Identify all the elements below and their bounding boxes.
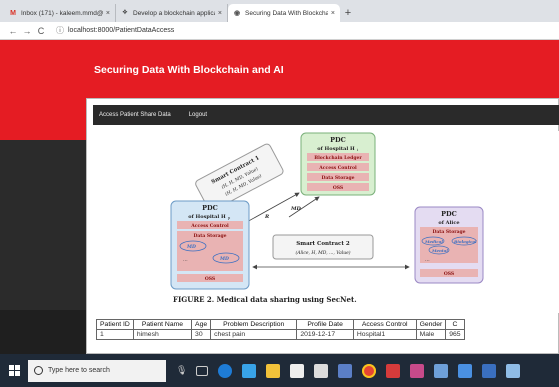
pdc-row: Data Storage [193,233,226,239]
figure-caption: FIGURE 2. Medical data sharing using Sec… [173,295,357,304]
windows-taskbar: Type here to search 🎙 [0,354,559,387]
gmail-icon: M [10,9,16,17]
tab-title: Develop a blockchain applicatio... [133,9,215,17]
app-icon[interactable] [506,363,521,378]
smart-contract-2: Smart Contract 2 (Alice, H, MD, ..., Val… [272,234,374,260]
mail-icon[interactable] [314,363,329,378]
app-icon[interactable] [386,363,401,378]
file-explorer-icon[interactable] [266,363,281,378]
store-icon[interactable] [242,363,257,378]
table-row: 1 himesh 30 chest pain 2019-12-17 Hospit… [96,329,465,340]
col-patient-name: Patient Name [132,319,193,330]
pdc-row: OSS [333,185,343,191]
pdc-title: PDC [441,210,457,218]
pdc-subtitle: of Hospital H [317,146,355,152]
app-icon[interactable] [410,363,425,378]
pdc-row: Access Control [318,165,357,171]
arrow-label-r: R [264,214,269,220]
pdc-subtitle: of Alice [438,220,459,226]
close-tab-icon[interactable]: × [331,10,335,17]
col-patient-id: Patient ID [96,319,134,330]
web-icon: ◉ [233,10,241,17]
tab-gmail[interactable]: M Inbox (171) - kaleem.mmd@gm... × [4,4,116,22]
task-view-icon[interactable] [196,365,209,376]
windows-icon [8,365,20,376]
pdc-biological: Biological [453,239,477,244]
taskbar-search-box[interactable]: Type here to search [28,359,166,382]
pdc-mental: Mental [431,248,448,253]
url-field[interactable]: localhost:8000/PatientDataAccess [68,27,174,34]
web-page: Securing Data With Blockchain and AI Acc… [0,40,559,354]
sc2-line1: (Alice, H, MD, ..., Value) [295,249,350,256]
close-tab-icon[interactable]: × [218,10,222,17]
windows-start-button[interactable] [0,365,28,376]
pdc-subtitle: of Hospital H [188,214,226,220]
pdc-row: Data Storage [432,229,465,235]
col-c: C [445,319,465,330]
col-profile-date: Profile Date [296,319,354,330]
arrow-label-md: MD [290,206,302,212]
pdc-ellipsis: ... [425,257,430,263]
microphone-icon[interactable]: 🎙 [176,365,187,376]
pdc-row: Blockchain Ledger [314,155,362,161]
search-placeholder: Type here to search [48,367,110,374]
pdc-hospital-hi: PDC of Hospital H i Blockchain Ledger Ac… [300,132,376,196]
app-icon[interactable] [458,363,473,378]
reload-button[interactable]: C [34,26,48,36]
col-problem-description: Problem Description [210,319,298,330]
pdc-row: OSS [444,271,454,277]
content-panel: Access Patient Share Data Logout PDC of … [86,98,559,354]
tab-github[interactable]: ⟡ Develop a blockchain applicatio... × [116,4,228,22]
address-bar: ← → C ⓘ localhost:8000/PatientDataAccess [0,22,559,40]
col-access-control: Access Control [352,319,417,330]
cell-patient-name: himesh [132,329,193,340]
table-header-row: Patient ID Patient Name Age Problem Desc… [96,319,465,330]
pdc-alice: PDC of Alice Data Storage Medical Biolog… [414,206,484,284]
app-icon[interactable] [434,363,449,378]
cell-age: 30 [191,329,212,340]
cell-c: 965 [445,329,465,340]
pdc-md: MD [219,256,229,262]
nav-logout[interactable]: Logout [189,112,207,118]
pdc-medical: Medical [424,239,443,244]
edge-icon[interactable] [218,363,233,378]
info-icon[interactable]: ⓘ [56,25,64,36]
tab-title: Securing Data With Blockchain a... [245,9,328,17]
tab-title: Inbox (171) - kaleem.mmd@gm... [21,9,103,17]
app-navbar: Access Patient Share Data Logout [93,105,559,125]
sc2-title: Smart Contract 2 [296,241,350,247]
cell-profile-date: 2019-12-17 [296,329,354,340]
col-age: Age [191,319,212,330]
cell-patient-id: 1 [96,329,134,340]
cell-problem-description: chest pain [210,329,298,340]
pdc-hospital-hp: PDC of Hospital H p Access Control Data … [170,200,250,290]
pdc-title: PDC [202,204,218,212]
forward-button[interactable]: → [20,26,34,36]
pdc-title: PDC [330,136,346,144]
patient-table: Patient ID Patient Name Age Problem Desc… [96,319,465,340]
github-icon: ⟡ [122,9,128,16]
secnet-figure: PDC of Hospital H i Blockchain Ledger Ac… [123,131,559,313]
col-gender: Gender [415,319,447,330]
cell-gender: Male [415,329,447,340]
pdc-row: Data Storage [321,175,354,181]
pdc-ellipsis: ... [183,257,188,263]
shopping-bag-icon[interactable] [290,363,305,378]
app-icon[interactable] [338,363,353,378]
app-icon[interactable] [482,363,497,378]
cortana-icon [34,366,43,375]
cell-access-control: Hospital1 [352,329,417,340]
close-tab-icon[interactable]: × [106,10,110,17]
pdc-row: Access Control [190,223,229,229]
tab-securing-data[interactable]: ◉ Securing Data With Blockchain a... × [228,4,340,22]
chrome-icon[interactable] [362,363,377,378]
back-button[interactable]: ← [6,26,20,36]
new-tab-button[interactable]: + [340,4,356,22]
browser-tab-bar: M Inbox (171) - kaleem.mmd@gm... × ⟡ Dev… [0,0,559,22]
nav-access-patient-share-data[interactable]: Access Patient Share Data [99,112,171,118]
page-title: Securing Data With Blockchain and AI [94,64,284,76]
pdc-md: MD [186,244,196,250]
pdc-row: OSS [205,276,215,282]
